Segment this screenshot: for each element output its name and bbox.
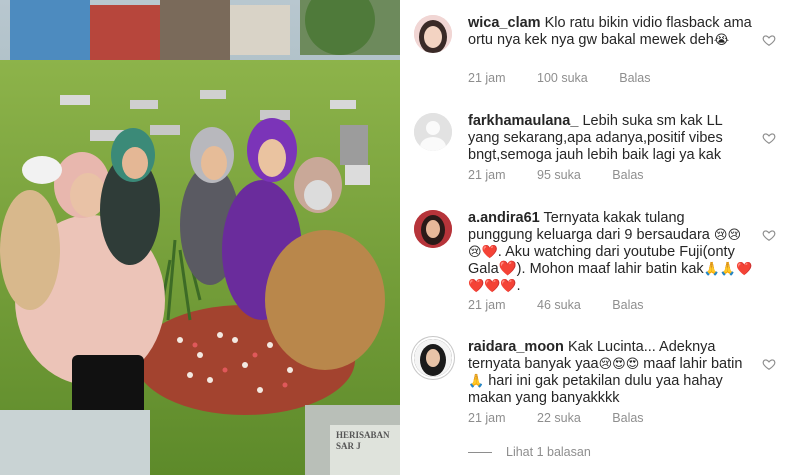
comment-likes[interactable]: 100 suka bbox=[537, 71, 588, 85]
comment-text: farkhamaulana_ Lebih suka sm kak LL yang… bbox=[468, 113, 753, 164]
user-avatar-image bbox=[414, 339, 452, 377]
comment-item: wica_clam Klo ratu bikin vidio flasback … bbox=[414, 15, 786, 95]
comment-time: 21 jam bbox=[468, 411, 506, 425]
comment-text: a.andira61 Ternyata kakak tulang punggun… bbox=[468, 210, 753, 295]
gravestone-inscription: HERISABAN SAR J bbox=[336, 430, 390, 451]
comment-body-continued: hari ini gak petakilan dulu yaa hahay ma… bbox=[468, 373, 723, 406]
cemetery-photo-illustration bbox=[0, 0, 400, 475]
user-avatar-image bbox=[414, 210, 452, 248]
comment-meta: 21 jam 95 suka Balas bbox=[468, 168, 672, 182]
pray-emoji: 🙏 bbox=[468, 374, 485, 389]
reply-button[interactable]: Balas bbox=[612, 411, 643, 425]
comment-time: 21 jam bbox=[468, 168, 506, 182]
avatar[interactable] bbox=[414, 210, 452, 248]
comments-panel: wica_clam Klo ratu bikin vidio flasback … bbox=[400, 0, 800, 475]
heart-icon[interactable] bbox=[762, 357, 776, 371]
comment-likes[interactable]: 22 suka bbox=[537, 411, 581, 425]
post-photo: HERISABAN SAR J bbox=[0, 0, 400, 475]
comment-body-continued: Aku watching dari youtube Fuji(onty Gala… bbox=[468, 244, 735, 277]
comment-meta: 21 jam 100 suka Balas bbox=[468, 71, 679, 85]
comment-username[interactable]: a.andira61 bbox=[468, 210, 540, 226]
comment-username[interactable]: wica_clam bbox=[468, 15, 541, 31]
comment-item: farkhamaulana_ Lebih suka sm kak LL yang… bbox=[414, 113, 786, 193]
comment-item: a.andira61 Ternyata kakak tulang punggun… bbox=[414, 210, 786, 320]
comment-username[interactable]: farkhamaulana_ bbox=[468, 113, 578, 129]
reply-button[interactable]: Balas bbox=[612, 168, 643, 182]
view-replies-link[interactable]: Lihat 1 balasan bbox=[468, 445, 591, 459]
crying-emoji: 😭 bbox=[713, 33, 730, 48]
comment-body-continued: maaf lahir batin bbox=[643, 356, 743, 372]
reply-divider bbox=[468, 452, 492, 454]
view-replies-label: Lihat 1 balasan bbox=[506, 445, 591, 459]
heart-icon[interactable] bbox=[762, 33, 776, 47]
screen: HERISABAN SAR J wica_clam Klo ratu bikin… bbox=[0, 0, 800, 475]
comment-username[interactable]: raidara_moon bbox=[468, 339, 564, 355]
comment-likes[interactable]: 95 suka bbox=[537, 168, 581, 182]
comment-time: 21 jam bbox=[468, 71, 506, 85]
reply-button[interactable]: Balas bbox=[619, 71, 650, 85]
comment-time: 21 jam bbox=[468, 298, 506, 312]
avatar[interactable] bbox=[414, 339, 452, 377]
comment-meta: 21 jam 22 suka Balas bbox=[468, 411, 672, 425]
heart-icon[interactable] bbox=[762, 131, 776, 145]
comment-text: raidara_moon Kak Lucinta... Adeknya tern… bbox=[468, 339, 753, 407]
reply-button[interactable]: Balas bbox=[612, 298, 643, 312]
avatar[interactable] bbox=[414, 113, 452, 151]
emoji-group: 😢😍😍 bbox=[598, 357, 640, 372]
comment-item: raidara_moon Kak Lucinta... Adeknya tern… bbox=[414, 339, 786, 434]
comment-likes[interactable]: 46 suka bbox=[537, 298, 581, 312]
heart-icon[interactable] bbox=[762, 228, 776, 242]
comment-text: wica_clam Klo ratu bikin vidio flasback … bbox=[468, 15, 753, 49]
avatar[interactable] bbox=[414, 15, 452, 53]
user-avatar-image bbox=[414, 15, 452, 53]
comment-meta: 21 jam 46 suka Balas bbox=[468, 298, 672, 312]
default-avatar-icon bbox=[414, 113, 452, 151]
